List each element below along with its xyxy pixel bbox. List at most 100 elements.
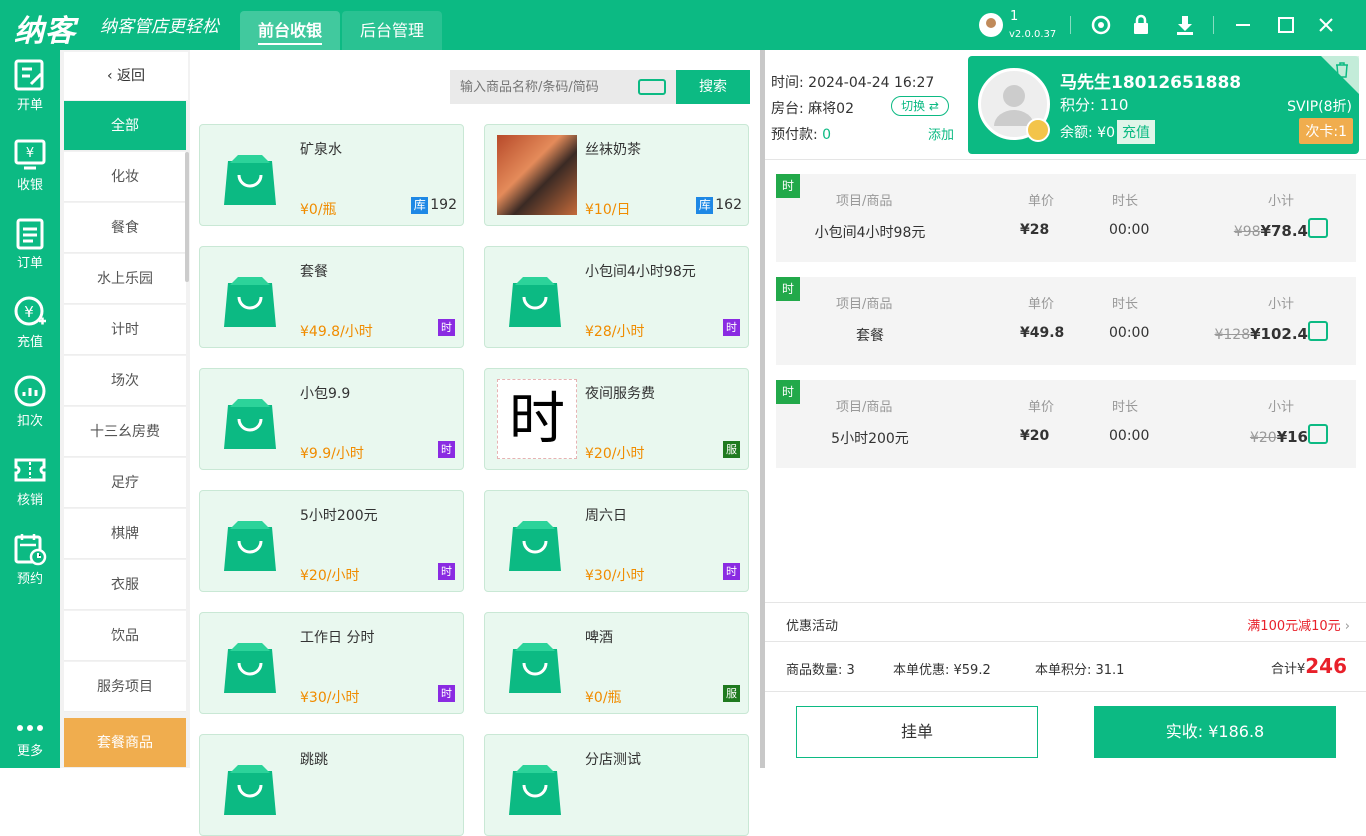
category-scrollbar[interactable] bbox=[185, 152, 189, 282]
order-time: 时间: 2024-04-24 16:27 bbox=[771, 72, 934, 92]
category-item[interactable]: 计时 bbox=[64, 305, 186, 355]
category-item[interactable]: 餐食 bbox=[64, 203, 186, 253]
order-total: 合计¥246 bbox=[1271, 654, 1347, 678]
tab-back-management[interactable]: 后台管理 bbox=[342, 11, 442, 50]
header-item: 项目/商品 bbox=[836, 297, 893, 312]
promotion-row[interactable]: 优惠活动 满100元减10元 › bbox=[765, 602, 1366, 642]
product-card[interactable]: 工作日 分时 ¥30/小时 时 bbox=[199, 612, 464, 714]
minimize-icon[interactable] bbox=[1231, 13, 1255, 37]
prepay-label: 预付款: bbox=[771, 127, 818, 143]
nav-open-order[interactable]: 开单 bbox=[0, 50, 60, 128]
hang-order-button[interactable]: 挂单 bbox=[796, 706, 1038, 758]
product-name: 5小时200元 bbox=[300, 508, 378, 524]
nav-deduct[interactable]: 扣次 bbox=[0, 366, 60, 444]
product-card[interactable]: 分店测试 bbox=[484, 734, 749, 836]
category-item[interactable]: 棋牌 bbox=[64, 509, 186, 559]
product-name: 套餐 bbox=[300, 264, 328, 280]
product-name: 啤酒 bbox=[585, 630, 613, 646]
more-icon bbox=[17, 725, 43, 731]
times-card-button[interactable]: 次卡:1 bbox=[1299, 118, 1353, 144]
product-card[interactable]: 5小时200元 ¥20/小时 时 bbox=[199, 490, 464, 592]
nav-verify[interactable]: 核销 bbox=[0, 445, 60, 523]
line-original-price: ¥20 bbox=[1249, 430, 1277, 446]
lock-icon[interactable] bbox=[1129, 13, 1153, 37]
category-item[interactable]: 化妆 bbox=[64, 152, 186, 202]
category-item[interactable]: 全部 bbox=[64, 101, 186, 151]
divider bbox=[1070, 16, 1071, 34]
product-price: ¥28/小时 bbox=[585, 324, 645, 340]
user-name: 1 bbox=[1010, 9, 1019, 24]
order-line[interactable]: 时项目/商品 单价 时长 小计 套餐 ¥49.8 00:00 ¥128¥102.4 bbox=[776, 277, 1356, 365]
line-unit-price: ¥20 bbox=[1020, 428, 1050, 444]
back-button[interactable]: ‹ 返回 bbox=[64, 52, 188, 100]
room-label: 房台: bbox=[771, 101, 804, 117]
nav-more[interactable]: 更多 bbox=[0, 710, 60, 788]
product-price: ¥30/小时 bbox=[300, 690, 360, 706]
close-icon[interactable] bbox=[1314, 13, 1338, 37]
category-item[interactable]: 饮品 bbox=[64, 611, 186, 661]
nav-orders[interactable]: 订单 bbox=[0, 208, 60, 286]
edit-icon[interactable] bbox=[1308, 218, 1328, 238]
download-icon[interactable] bbox=[1173, 13, 1197, 37]
category-item[interactable]: 足疗 bbox=[64, 458, 186, 508]
product-card[interactable]: 小包9.9 ¥9.9/小时 时 bbox=[199, 368, 464, 470]
category-item[interactable]: 十三幺房费 bbox=[64, 407, 186, 457]
order-line[interactable]: 时项目/商品 单价 时长 小计 小包间4小时98元 ¥28 00:00 ¥98¥78.4 bbox=[776, 174, 1356, 262]
header-price: 单价 bbox=[1028, 194, 1055, 209]
product-card[interactable]: 时夜间服务费 ¥20/小时 服 bbox=[484, 368, 749, 470]
app-slogan: 纳客管店更轻松 bbox=[100, 17, 219, 37]
product-card[interactable]: 矿泉水 ¥0/瓶 库 192 bbox=[199, 124, 464, 226]
category-item[interactable]: 水上乐园 bbox=[64, 254, 186, 304]
search-button[interactable]: 搜索 bbox=[676, 70, 750, 104]
order-discount: 本单优惠: ¥59.2 bbox=[893, 663, 991, 678]
maximize-icon[interactable] bbox=[1274, 13, 1298, 37]
pay-button[interactable]: 实收: ¥186.8 bbox=[1094, 706, 1336, 758]
product-card[interactable]: 丝袜奶茶 ¥10/日 库 162 bbox=[484, 124, 749, 226]
category-item[interactable]: 套餐商品 bbox=[64, 718, 186, 768]
category-item[interactable]: 服务项目 bbox=[64, 662, 186, 712]
nav-recharge[interactable]: ¥ 充值 bbox=[0, 287, 60, 365]
nav-reservation[interactable]: 预约 bbox=[0, 524, 60, 602]
product-name: 小包9.9 bbox=[300, 386, 351, 402]
edit-icon[interactable] bbox=[1308, 424, 1328, 444]
app-logo: 纳客 bbox=[14, 14, 76, 49]
product-card[interactable]: 啤酒 ¥0/瓶 服 bbox=[484, 612, 749, 714]
support-icon[interactable] bbox=[1089, 13, 1113, 37]
order-line[interactable]: 时项目/商品 单价 时长 小计 5小时200元 ¥20 00:00 ¥20¥16 bbox=[776, 380, 1356, 468]
line-subtotal: ¥20¥16 bbox=[1250, 428, 1308, 446]
calendar-clock-icon bbox=[14, 534, 47, 566]
stock-value: 192 bbox=[430, 197, 457, 213]
member-card[interactable]: 马先生18012651888 积分: 110 余额: ¥0 充值 SVIP(8折)… bbox=[968, 56, 1359, 154]
trash-icon[interactable] bbox=[1335, 62, 1349, 82]
line-item-name: 套餐 bbox=[856, 328, 884, 344]
header-duration: 时长 bbox=[1112, 400, 1139, 415]
keyboard-icon[interactable] bbox=[638, 79, 666, 95]
promotion-value: 满100元减10元 › bbox=[1247, 615, 1350, 634]
switch-room-button[interactable]: 切换 ⇄ bbox=[891, 96, 949, 116]
header-subtotal: 小计 bbox=[1268, 400, 1295, 415]
product-name: 夜间服务费 bbox=[585, 386, 655, 402]
product-card[interactable]: 跳跳 bbox=[199, 734, 464, 836]
nav-cashier[interactable]: ¥ 收银 bbox=[0, 130, 60, 208]
tab-front-cashier[interactable]: 前台收银 bbox=[240, 11, 340, 50]
order-points: 本单积分: 31.1 bbox=[1035, 663, 1125, 678]
product-price: ¥30/小时 bbox=[585, 568, 645, 584]
nav-label: 充值 bbox=[16, 335, 43, 350]
product-name: 小包间4小时98元 bbox=[585, 264, 696, 280]
product-card[interactable]: 小包间4小时98元 ¥28/小时 时 bbox=[484, 246, 749, 348]
product-price: ¥20/小时 bbox=[300, 568, 360, 584]
line-duration: 00:00 bbox=[1109, 428, 1150, 444]
category-item[interactable]: 衣服 bbox=[64, 560, 186, 610]
product-type-badge: 时 bbox=[438, 563, 455, 580]
product-card[interactable]: 套餐 ¥49.8/小时 时 bbox=[199, 246, 464, 348]
product-card[interactable]: 周六日 ¥30/小时 时 bbox=[484, 490, 749, 592]
edit-icon[interactable] bbox=[1308, 321, 1328, 341]
line-subtotal-value: ¥78.4 bbox=[1260, 222, 1308, 240]
add-prepay-link[interactable]: 添加 bbox=[928, 124, 954, 143]
line-unit-price: ¥49.8 bbox=[1020, 325, 1065, 341]
category-item[interactable]: 场次 bbox=[64, 356, 186, 406]
user-avatar-icon[interactable] bbox=[979, 13, 1003, 37]
product-name: 跳跳 bbox=[300, 752, 328, 768]
recharge-button[interactable]: 充值 bbox=[1116, 120, 1155, 144]
line-item-name: 小包间4小时98元 bbox=[814, 225, 926, 241]
